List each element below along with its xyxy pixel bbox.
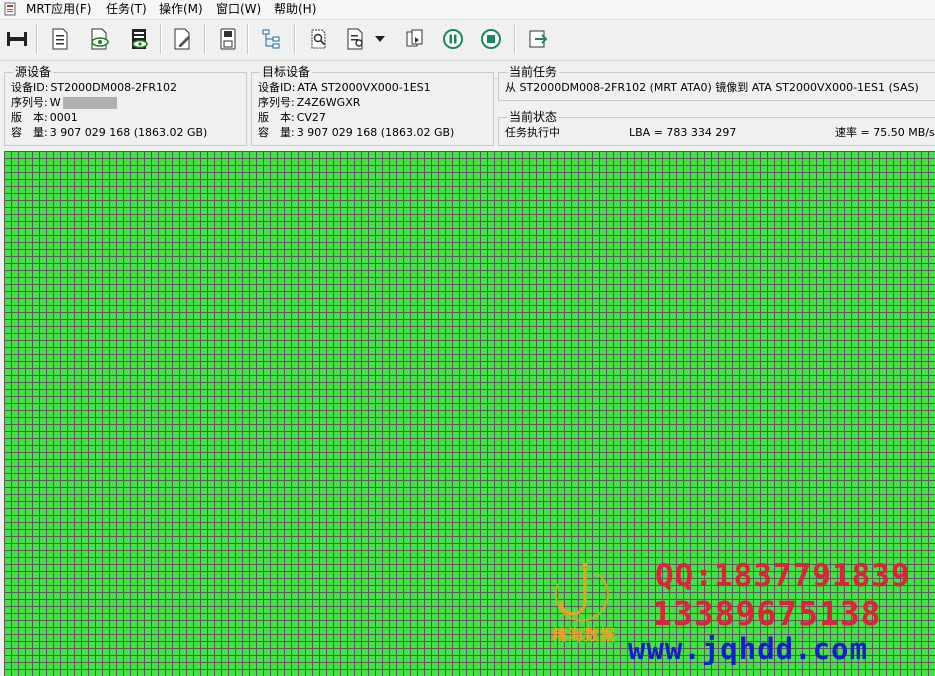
source-serial: W xyxy=(49,96,61,109)
target-device-panel: 目标设备 设备ID: ATA ST2000VX000-1ES1 序列号: Z4Z6W… xyxy=(251,65,494,146)
doc-find-icon xyxy=(347,28,363,50)
current-task-description: 从 ST2000DM008-2FR102 (MRT ATA0) 镜像到 ATA … xyxy=(505,81,919,94)
source-version-label: 版 本: xyxy=(11,111,48,124)
watermark-phone: 13389675138 xyxy=(652,594,882,633)
watermark-qq: QQ:1837791839 xyxy=(655,558,911,594)
view-button[interactable] xyxy=(86,25,114,53)
menu-operation[interactable]: 操作(M) xyxy=(159,2,203,17)
exit-icon xyxy=(529,30,548,48)
document-list-icon xyxy=(52,28,68,50)
target-version-label: 版 本: xyxy=(258,111,295,124)
source-serial-row: 序列号: W xyxy=(11,96,117,110)
connect-icon xyxy=(7,32,27,46)
document-list-button[interactable] xyxy=(46,25,74,53)
watermark-url: www.jqhdd.com xyxy=(628,632,868,666)
target-capacity-row: 容 量: 3 907 029 168 (1863.02 GB) xyxy=(258,126,454,140)
source-device-title: 源设备 xyxy=(13,65,54,79)
log-view-button[interactable] xyxy=(126,25,154,53)
dropdown-button[interactable] xyxy=(372,25,388,53)
source-version: 0001 xyxy=(49,111,78,124)
connect-button[interactable] xyxy=(3,25,31,53)
menu-bar: MRT应用(F) 任务(T) 操作(M) 窗口(W) 帮助(H) xyxy=(0,0,935,20)
tree-button[interactable] xyxy=(258,25,286,53)
search-doc-icon xyxy=(311,29,326,49)
status-state: 任务执行中 xyxy=(505,126,560,139)
target-capacity: 3 907 029 168 (1863.02 GB) xyxy=(296,126,455,139)
target-serial-label: 序列号: xyxy=(258,96,295,109)
stop-icon xyxy=(481,29,501,49)
app-icon xyxy=(4,2,16,16)
target-version: CV27 xyxy=(296,111,326,124)
view-eye-icon xyxy=(91,28,109,50)
menu-task[interactable]: 任务(T) xyxy=(106,2,147,17)
current-task-panel: 当前任务 从 ST2000DM008-2FR102 (MRT ATA0) 镜像到… xyxy=(498,65,935,101)
target-serial-row: 序列号: Z4Z6WGXR xyxy=(258,96,360,110)
source-device-panel: 源设备 设备ID: ST2000DM008-2FR102 序列号: W 版 本: 00… xyxy=(4,65,247,146)
target-serial: Z4Z6WGXR xyxy=(296,96,361,109)
source-device-id-label: 设备ID: xyxy=(11,81,49,94)
source-serial-label: 序列号: xyxy=(11,96,48,109)
save-button[interactable] xyxy=(214,25,242,53)
watermark-brand: 精海数据 xyxy=(552,626,617,644)
exit-button[interactable] xyxy=(524,25,552,53)
stop-button[interactable] xyxy=(477,25,505,53)
current-status-panel: 当前状态 任务执行中 LBA = 783 334 297 速率 = 75.50 … xyxy=(498,110,935,146)
pause-icon xyxy=(443,29,463,49)
edit-icon xyxy=(174,28,190,50)
current-task-title: 当前任务 xyxy=(507,65,560,79)
doc-find-button[interactable] xyxy=(342,25,370,53)
menu-window[interactable]: 窗口(W) xyxy=(216,2,261,17)
menu-mrt-app[interactable]: MRT应用(F) xyxy=(26,2,91,17)
target-device-id: ATA ST2000VX000-1ES1 xyxy=(297,81,431,94)
current-status-title: 当前状态 xyxy=(507,110,560,124)
edit-button[interactable] xyxy=(169,25,197,53)
source-device-id: ST2000DM008-2FR102 xyxy=(50,81,178,94)
source-capacity-label: 容 量: xyxy=(11,126,48,139)
menu-help[interactable]: 帮助(H) xyxy=(274,2,316,17)
target-device-title: 目标设备 xyxy=(260,65,313,79)
save-icon xyxy=(220,28,236,50)
tree-icon xyxy=(262,29,280,49)
target-device-id-label: 设备ID: xyxy=(258,81,296,94)
toolbar xyxy=(0,20,935,61)
target-device-id-row: 设备ID: ATA ST2000VX000-1ES1 xyxy=(258,81,431,95)
status-rate: 速率 = 75.50 MB/s xyxy=(835,126,935,139)
status-lba: LBA = 783 334 297 xyxy=(629,126,737,139)
source-capacity-row: 容 量: 3 907 029 168 (1863.02 GB) xyxy=(11,126,207,140)
source-capacity: 3 907 029 168 (1863.02 GB) xyxy=(49,126,208,139)
search-doc-button[interactable] xyxy=(305,25,333,53)
redacted-serial xyxy=(62,97,117,109)
log-view-icon xyxy=(132,29,148,49)
target-capacity-label: 容 量: xyxy=(258,126,295,139)
target-version-row: 版 本: CV27 xyxy=(258,111,326,125)
source-device-id-row: 设备ID: ST2000DM008-2FR102 xyxy=(11,81,177,95)
copy-icon xyxy=(406,29,423,47)
pause-button[interactable] xyxy=(439,25,467,53)
copy-button[interactable] xyxy=(401,25,429,53)
dropdown-arrow-icon xyxy=(375,36,385,42)
source-version-row: 版 本: 0001 xyxy=(11,111,78,125)
